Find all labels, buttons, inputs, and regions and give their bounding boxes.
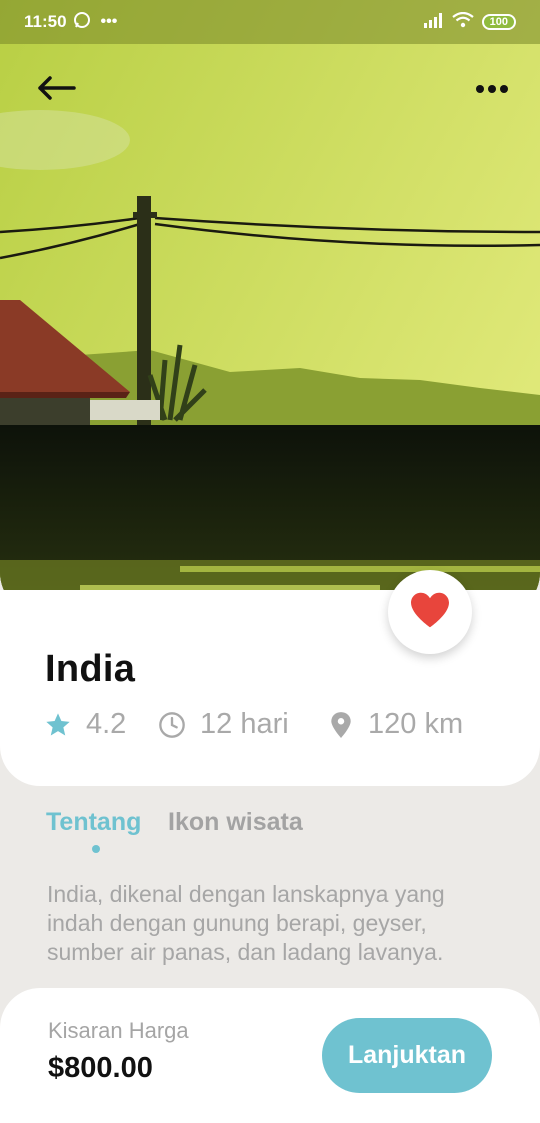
distance: 120 km <box>328 708 463 741</box>
star-icon <box>44 711 72 739</box>
hero-image <box>0 0 540 616</box>
more-horizontal-icon <box>475 81 509 99</box>
heart-icon <box>409 591 451 634</box>
tab-tentang[interactable]: Tentang <box>46 808 141 837</box>
duration: 12 hari <box>158 708 289 741</box>
rating: 4.2 <box>44 708 126 741</box>
active-tab-indicator <box>92 845 100 853</box>
status-time: 11:50 <box>24 12 67 31</box>
landscape-illustration <box>0 0 540 616</box>
place-title: India <box>45 648 136 690</box>
price-value: $800.00 <box>48 1052 153 1084</box>
bottom-bar: Kisaran Harga $800.00 Lanjuktan <box>0 988 540 1123</box>
battery-icon: 100 <box>481 14 516 30</box>
price-label: Kisaran Harga <box>48 1018 189 1043</box>
duration-value: 12 hari <box>200 708 289 740</box>
wifi-icon <box>451 11 474 33</box>
more-options-button[interactable] <box>470 70 514 110</box>
favorite-button[interactable] <box>388 570 472 654</box>
whatsapp-icon <box>73 11 91 34</box>
distance-value: 120 km <box>368 708 464 740</box>
status-bar: 11:50 ••• 100 <box>0 0 540 44</box>
continue-button[interactable]: Lanjuktan <box>322 1018 492 1093</box>
location-pin-icon <box>328 711 354 739</box>
back-button[interactable] <box>34 70 78 110</box>
clock-icon <box>158 711 186 739</box>
description-text: India, dikenal dengan lanskapnya yang in… <box>47 881 445 965</box>
rating-value: 4.2 <box>86 708 127 740</box>
more-notifications-icon: ••• <box>100 13 118 30</box>
signal-icon <box>423 12 444 33</box>
arrow-left-icon <box>36 75 76 106</box>
tab-ikon-wisata[interactable]: Ikon wisata <box>168 808 303 837</box>
